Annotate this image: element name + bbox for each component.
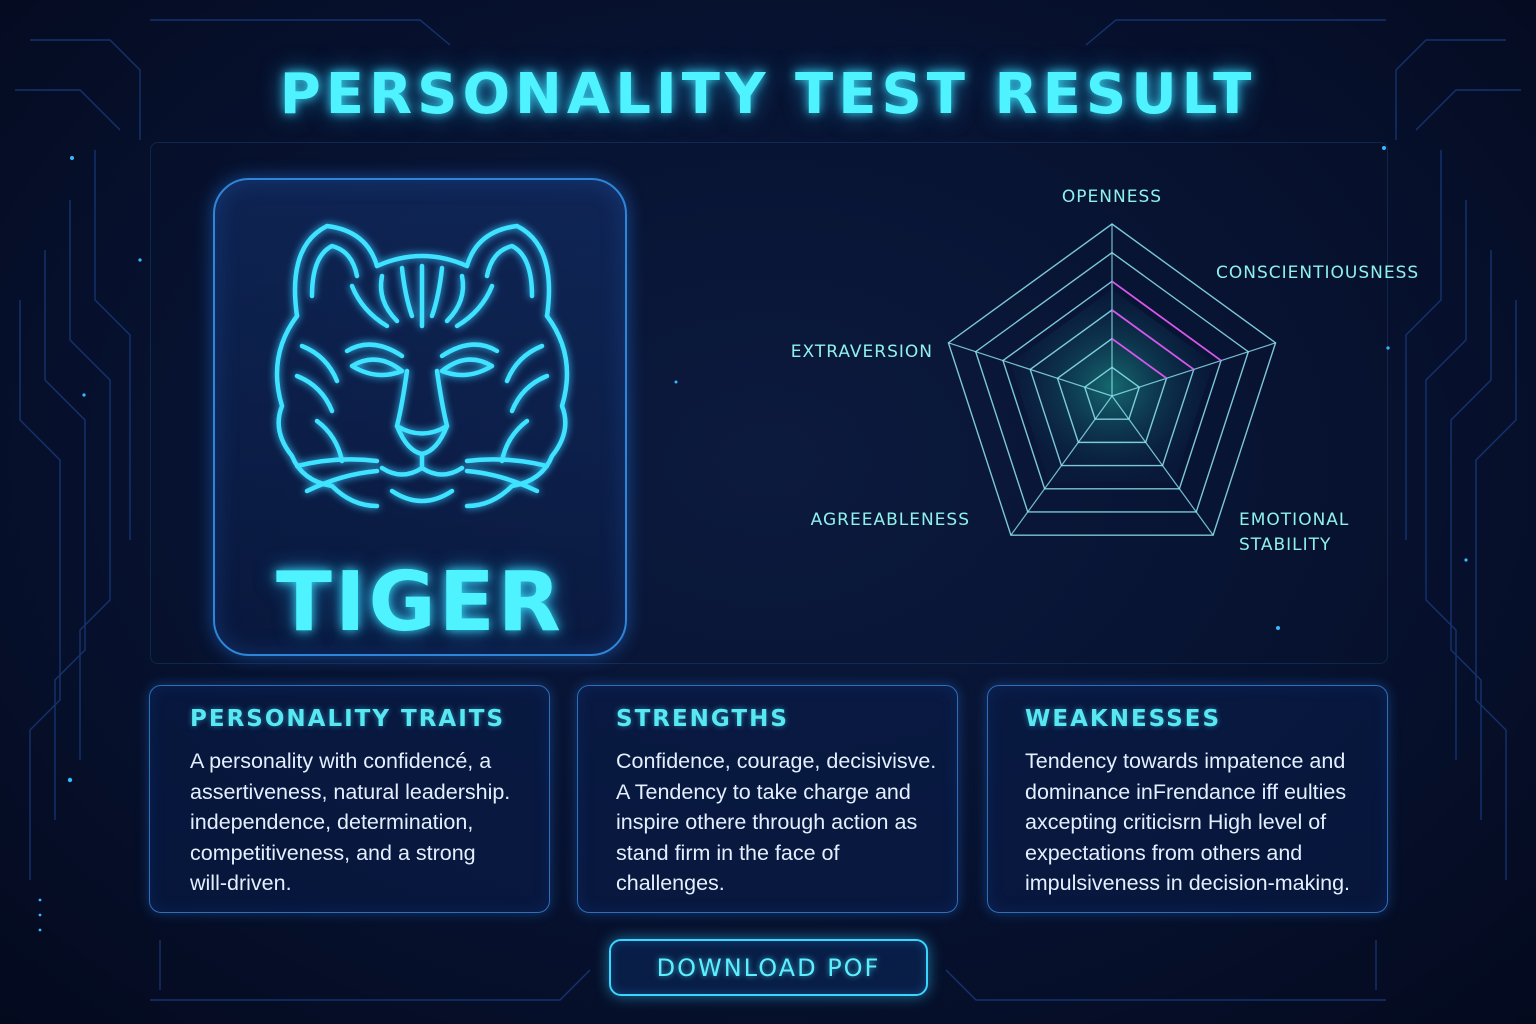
download-pdf-button[interactable]: DOWNLOAD POF: [609, 939, 928, 996]
card-line: stand firm in the face of: [616, 840, 840, 865]
radar-axis-label: OPENNESS: [1062, 187, 1162, 207]
card-line: will-driven.: [190, 871, 292, 895]
page-title: PERSONALITY TEST RESULT: [279, 62, 1257, 127]
radar-axis-label-line: CONSCIENTIOUSNESS: [1216, 263, 1419, 283]
card-line: A personality with confidencé, a: [190, 749, 492, 773]
animal-name: TIGER: [276, 555, 564, 650]
card-line: A Tendency to take charge and: [616, 779, 911, 804]
card-line: challenges.: [616, 871, 725, 895]
weaknesses-text: Tendency towards impatence and dominance…: [1025, 746, 1369, 899]
strengths-heading: STRENGTHS: [616, 706, 789, 732]
radar-axis-label: EXTRAVERSION: [791, 342, 933, 362]
radar-axis-label-line: EMOTIONAL: [1239, 510, 1349, 530]
radar-axis-label-line: AGREEABLENESS: [811, 510, 970, 530]
card-line: expectations from others and: [1025, 840, 1303, 865]
radar-axis-label-line: EXTRAVERSION: [791, 342, 933, 362]
card-line: Tendency towards impatence and: [1025, 749, 1346, 773]
personality-traits-text: A personality with confidencé, a assert…: [190, 746, 531, 899]
card-line: axcepting criticisrn High level of: [1025, 810, 1327, 834]
card-line: inspire othere through action as: [616, 810, 918, 834]
card-line: independence, determination,: [190, 810, 474, 834]
weaknesses-heading: WEAKNESSES: [1025, 706, 1222, 732]
tiger-face-icon: [274, 223, 570, 509]
card-line: dominance inFrendance iff eulties: [1025, 779, 1347, 804]
radar-axis-label: AGREEABLENESS: [811, 510, 970, 530]
card-line: Confidence, courage, decisivisve.: [616, 749, 937, 773]
radar-axis-label: CONSCIENTIOUSNESS: [1216, 263, 1419, 283]
radar-axis-label-line: OPENNESS: [1062, 187, 1162, 207]
radar-axis-label-line: STABILITY: [1239, 535, 1331, 555]
personality-traits-card: PERSONALITY TRAITS A personality with co…: [149, 685, 550, 913]
animal-result-card: TIGER: [213, 178, 627, 656]
weaknesses-card: WEAKNESSES Tendency towards impatence an…: [987, 685, 1388, 913]
card-line: competitiveness, and a strong: [190, 840, 476, 865]
personality-radar-chart: OPENNESS CONSCIENTIOUSNESS EMOTIONAL STABIL…: [791, 187, 1419, 555]
radar-axis-label: EMOTIONAL STABILITY: [1239, 510, 1349, 555]
personality-traits-heading: PERSONALITY TRAITS: [190, 706, 506, 732]
strengths-text: Confidence, courage, decisivisve. A Tend…: [616, 746, 939, 899]
card-line: impulsiveness in decision-making.: [1025, 871, 1351, 895]
card-line: assertiveness, natural leadership.: [190, 779, 511, 804]
strengths-card: STRENGTHS Confidence, courage, decisivis…: [577, 685, 958, 913]
